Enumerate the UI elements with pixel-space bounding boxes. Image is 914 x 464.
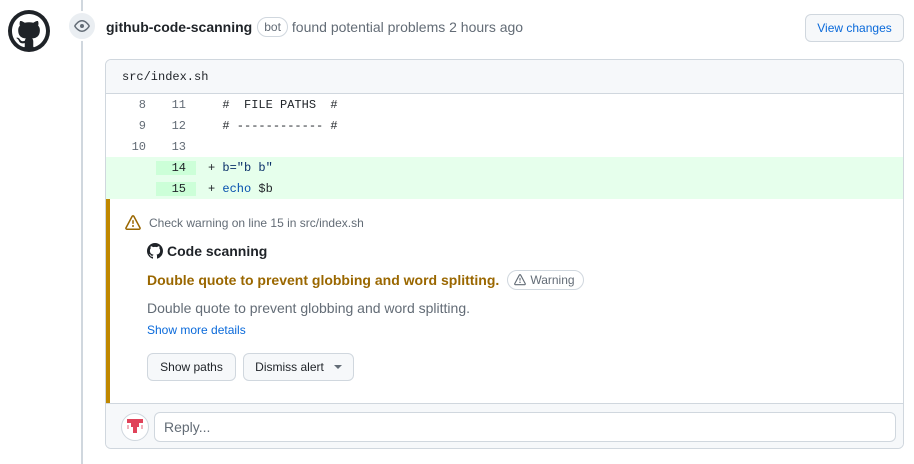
alert-title-text[interactable]: Double quote to prevent globbing and wor… (147, 272, 499, 288)
code-text: # ------------ # (222, 118, 338, 133)
diff-line-added: 15 + echo $b (106, 178, 903, 199)
event-action: found potential problems (291, 19, 446, 35)
code-text: # FILE PATHS # (222, 97, 338, 112)
author-link[interactable]: github-code-scanning (106, 19, 252, 35)
bot-badge: bot (257, 17, 288, 37)
github-mark-icon (147, 243, 163, 259)
show-paths-button[interactable]: Show paths (147, 353, 236, 381)
diff-line: 10 13 (106, 136, 903, 157)
check-warning-text: Check warning on line 15 in src/index.sh (149, 216, 364, 230)
old-line-number[interactable]: 10 (106, 140, 156, 154)
view-changes-button[interactable]: View changes (805, 14, 904, 42)
github-octocat-icon (12, 14, 46, 48)
tool-name: Code scanning (147, 243, 267, 259)
timeline-line (81, 0, 83, 464)
warning-triangle-icon (514, 274, 527, 286)
new-line-number[interactable]: 12 (156, 119, 196, 133)
user-avatar[interactable] (121, 413, 149, 441)
review-card: src/index.sh 8 11 # FILE PATHS # 9 12 # … (105, 59, 904, 449)
dismiss-alert-label: Dismiss alert (255, 360, 324, 374)
eye-icon (74, 20, 90, 32)
new-line-number[interactable]: 15 (156, 181, 196, 196)
diff-line: 9 12 # ------------ # (106, 115, 903, 136)
old-line-number[interactable]: 8 (106, 98, 156, 112)
reply-input[interactable] (154, 412, 896, 442)
code-text: + echo $b (208, 181, 273, 196)
diff-table: 8 11 # FILE PATHS # 9 12 # ------------ … (106, 94, 903, 199)
diff-line-added: 14 + b="b b" (106, 157, 903, 178)
event-time[interactable]: 2 hours ago (449, 19, 523, 35)
file-path-header[interactable]: src/index.sh (106, 60, 903, 94)
tool-name-text: Code scanning (167, 243, 268, 259)
new-line-number[interactable]: 13 (156, 140, 196, 154)
file-path[interactable]: src/index.sh (122, 70, 208, 84)
code-scanning-alert: Check warning on line 15 in src/index.sh… (106, 199, 903, 403)
alert-triangle-icon (125, 215, 141, 230)
event-header: github-code-scanning bot found potential… (106, 17, 523, 37)
alert-description: Double quote to prevent globbing and wor… (147, 300, 470, 316)
github-avatar[interactable] (8, 10, 50, 52)
severity-label: Warning (530, 273, 575, 287)
code-token: $b (251, 181, 273, 196)
dismiss-alert-button[interactable]: Dismiss alert (243, 353, 354, 381)
caret-down-icon (333, 365, 342, 369)
alert-title: Double quote to prevent globbing and wor… (147, 270, 584, 290)
new-line-number[interactable]: 14 (156, 160, 196, 175)
show-more-details-link[interactable]: Show more details (147, 323, 246, 337)
diff-line: 8 11 # FILE PATHS # (106, 94, 903, 115)
identicon-icon (127, 419, 143, 433)
old-line-number[interactable]: 9 (106, 119, 156, 133)
reply-bar (106, 403, 903, 448)
check-warning-line: Check warning on line 15 in src/index.sh (125, 215, 364, 231)
new-line-number[interactable]: 11 (156, 98, 196, 112)
eye-icon-badge (67, 11, 97, 41)
severity-badge: Warning (507, 270, 584, 290)
code-text: + b="b b" (208, 160, 273, 175)
